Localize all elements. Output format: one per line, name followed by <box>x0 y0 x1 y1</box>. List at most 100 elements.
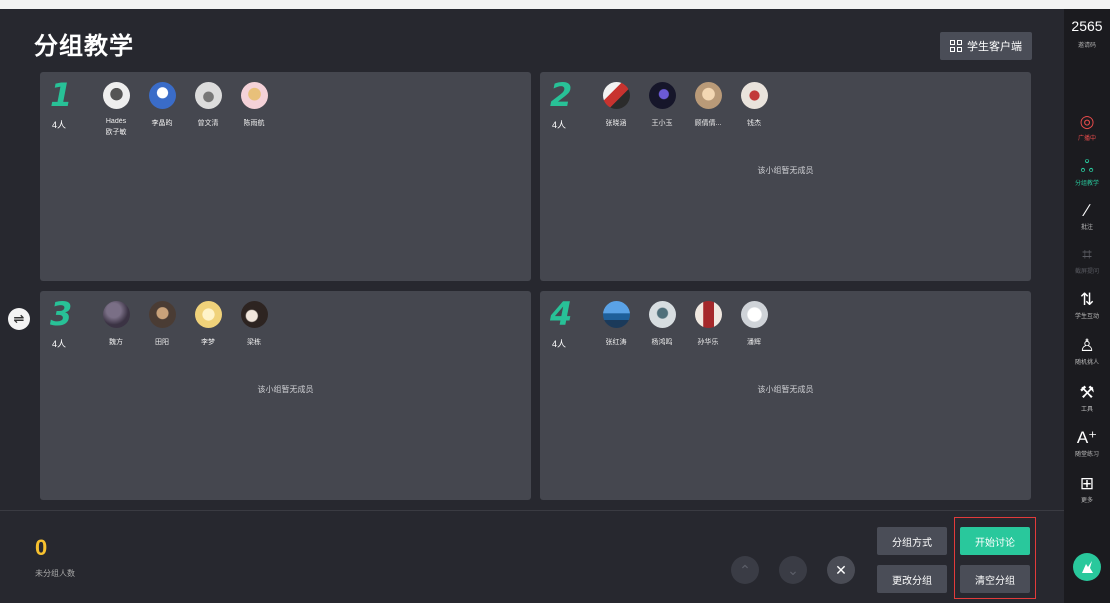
avatar <box>102 301 130 328</box>
group-card-1[interactable]: 1 4人 Hadès 欧子敏 李晶昀 曾文清 陈雨航 <box>40 72 531 281</box>
member[interactable]: 杨鸿鸣 <box>637 301 687 347</box>
divider <box>0 510 1064 511</box>
ungrouped-count: 0 <box>35 535 48 560</box>
member[interactable]: 潘辉 <box>729 301 779 347</box>
group-card-3[interactable]: 3 4人 魏方 田阳 李梦 梁栋 该小组暂无成员 <box>40 291 531 500</box>
member-name: 张红涛 <box>605 339 627 346</box>
group-member-count: 4人 <box>52 339 67 349</box>
grid-icon: ⊞ <box>1079 474 1095 493</box>
avatar <box>648 301 676 328</box>
member-name: 杨鸿鸣 <box>651 339 673 346</box>
avatar <box>694 301 722 328</box>
member-name: 陈雨航 <box>243 120 265 127</box>
member-name: 潘辉 <box>747 339 761 346</box>
pen-icon: ∕ <box>1085 201 1089 220</box>
member-name: 曾文清 <box>197 120 219 127</box>
sidebar-item-random[interactable]: ♙ 随机挑人 <box>1064 336 1110 366</box>
member-name: 顾倩倩... <box>694 120 722 127</box>
highlight-box <box>954 517 1036 599</box>
empty-group-text: 该小组暂无成员 <box>257 385 314 394</box>
wrench-icon: ⚒ <box>1079 383 1095 402</box>
member[interactable]: 曾文清 <box>183 82 233 128</box>
sidebar-item-label: 随机挑人 <box>1074 360 1099 366</box>
group-number: 3 <box>50 295 73 333</box>
swap-icon[interactable]: ⇌ <box>8 308 30 330</box>
group-number: 2 <box>550 76 573 114</box>
app-logo-icon[interactable] <box>1073 553 1101 581</box>
sidebar-item-group-teaching[interactable]: ஃ 分组教学 <box>1064 157 1110 187</box>
sidebar-item-label: 学生互动 <box>1074 314 1099 320</box>
member[interactable]: Hadès 欧子敏 <box>91 82 141 137</box>
sidebar-item-label: 广播中 <box>1077 136 1096 142</box>
member-name: 魏方 <box>109 339 123 346</box>
member[interactable]: 李晶昀 <box>137 82 187 128</box>
group-member-count: 4人 <box>552 120 567 130</box>
member-name: 梁栋 <box>247 339 261 346</box>
member-name: 李晶昀 <box>151 120 173 127</box>
member[interactable]: 王小玉 <box>637 82 687 128</box>
member-name: 欧子敏 <box>105 129 127 136</box>
group-member-count: 4人 <box>52 120 67 130</box>
interact-icon: ⇅ <box>1079 290 1095 309</box>
member-name: 田阳 <box>155 339 169 346</box>
person-icon: ♙ <box>1079 336 1095 355</box>
avatar <box>602 301 630 328</box>
group-card-2[interactable]: 2 4人 张晓涵 王小玉 顾倩倩... 钱杰 该小组暂无成员 <box>540 72 1031 281</box>
sidebar-item-label: 截屏提问 <box>1074 269 1099 275</box>
sidebar-item-interact[interactable]: ⇅ 学生互动 <box>1064 290 1110 320</box>
chevron-down-icon[interactable]: ⌄ <box>779 556 807 584</box>
member-name: 钱杰 <box>747 120 761 127</box>
sidebar-item-tools[interactable]: ⚒ 工具 <box>1064 383 1110 413</box>
top-strip <box>0 0 1110 9</box>
sidebar-item-practice[interactable]: A⁺ 随堂练习 <box>1064 428 1110 458</box>
invite-code: 2565 <box>1071 18 1103 34</box>
sidebar-item-label: 批注 <box>1080 225 1093 231</box>
close-icon[interactable]: ✕ <box>827 556 855 584</box>
member-name: 孙华乐 <box>697 339 719 346</box>
group-card-4[interactable]: 4 4人 张红涛 杨鸿鸣 孙华乐 潘辉 该小组暂无成员 <box>540 291 1031 500</box>
avatar <box>240 82 268 109</box>
crop-icon: ⌗ <box>1082 245 1092 264</box>
student-client-button[interactable]: 学生客户端 <box>940 32 1032 60</box>
chevron-up-icon[interactable]: ⌃ <box>731 556 759 584</box>
member-name: 张晓涵 <box>605 120 627 127</box>
member[interactable]: 陈雨航 <box>229 82 279 128</box>
group-member-count: 4人 <box>552 339 567 349</box>
sidebar-item-broadcast[interactable]: ◎ 广播中 <box>1064 112 1110 142</box>
member[interactable]: 顾倩倩... <box>683 82 733 128</box>
avatar <box>740 301 768 328</box>
broadcast-icon: ◎ <box>1079 112 1095 131</box>
sidebar-item-more[interactable]: ⊞ 更多 <box>1064 474 1110 504</box>
group-number: 4 <box>550 295 573 333</box>
empty-group-text: 该小组暂无成员 <box>757 166 814 175</box>
page-title: 分组教学 <box>34 33 134 60</box>
invite-code-label: 邀请码 <box>1077 43 1096 49</box>
empty-group-text: 该小组暂无成员 <box>757 385 814 394</box>
member[interactable]: 张晓涵 <box>591 82 641 128</box>
member[interactable]: 田阳 <box>137 301 187 347</box>
sidebar-item-label: 更多 <box>1080 498 1093 504</box>
member[interactable]: 李梦 <box>183 301 233 347</box>
member[interactable]: 钱杰 <box>729 82 779 128</box>
member[interactable]: 孙华乐 <box>683 301 733 347</box>
group-method-button[interactable]: 分组方式 <box>877 527 947 555</box>
avatar <box>694 82 722 109</box>
member[interactable]: 梁栋 <box>229 301 279 347</box>
sidebar-item-annotate[interactable]: ∕ 批注 <box>1064 201 1110 231</box>
sidebar-item-label: 工具 <box>1080 407 1093 413</box>
student-client-label: 学生客户端 <box>967 41 1022 53</box>
avatar <box>240 301 268 328</box>
change-group-button[interactable]: 更改分组 <box>877 565 947 593</box>
sidebar-item-screenshot[interactable]: ⌗ 截屏提问 <box>1064 245 1110 275</box>
qr-code-icon <box>950 40 962 52</box>
sidebar-item-label: 分组教学 <box>1074 181 1099 187</box>
avatar <box>194 82 222 109</box>
member[interactable]: 魏方 <box>91 301 141 347</box>
member-name: 王小玉 <box>651 120 673 127</box>
member[interactable]: 张红涛 <box>591 301 641 347</box>
member-name: 李梦 <box>201 339 215 346</box>
avatar <box>102 82 130 109</box>
avatar <box>148 82 176 109</box>
avatar <box>602 82 630 109</box>
member-name: Hadès <box>105 118 127 125</box>
